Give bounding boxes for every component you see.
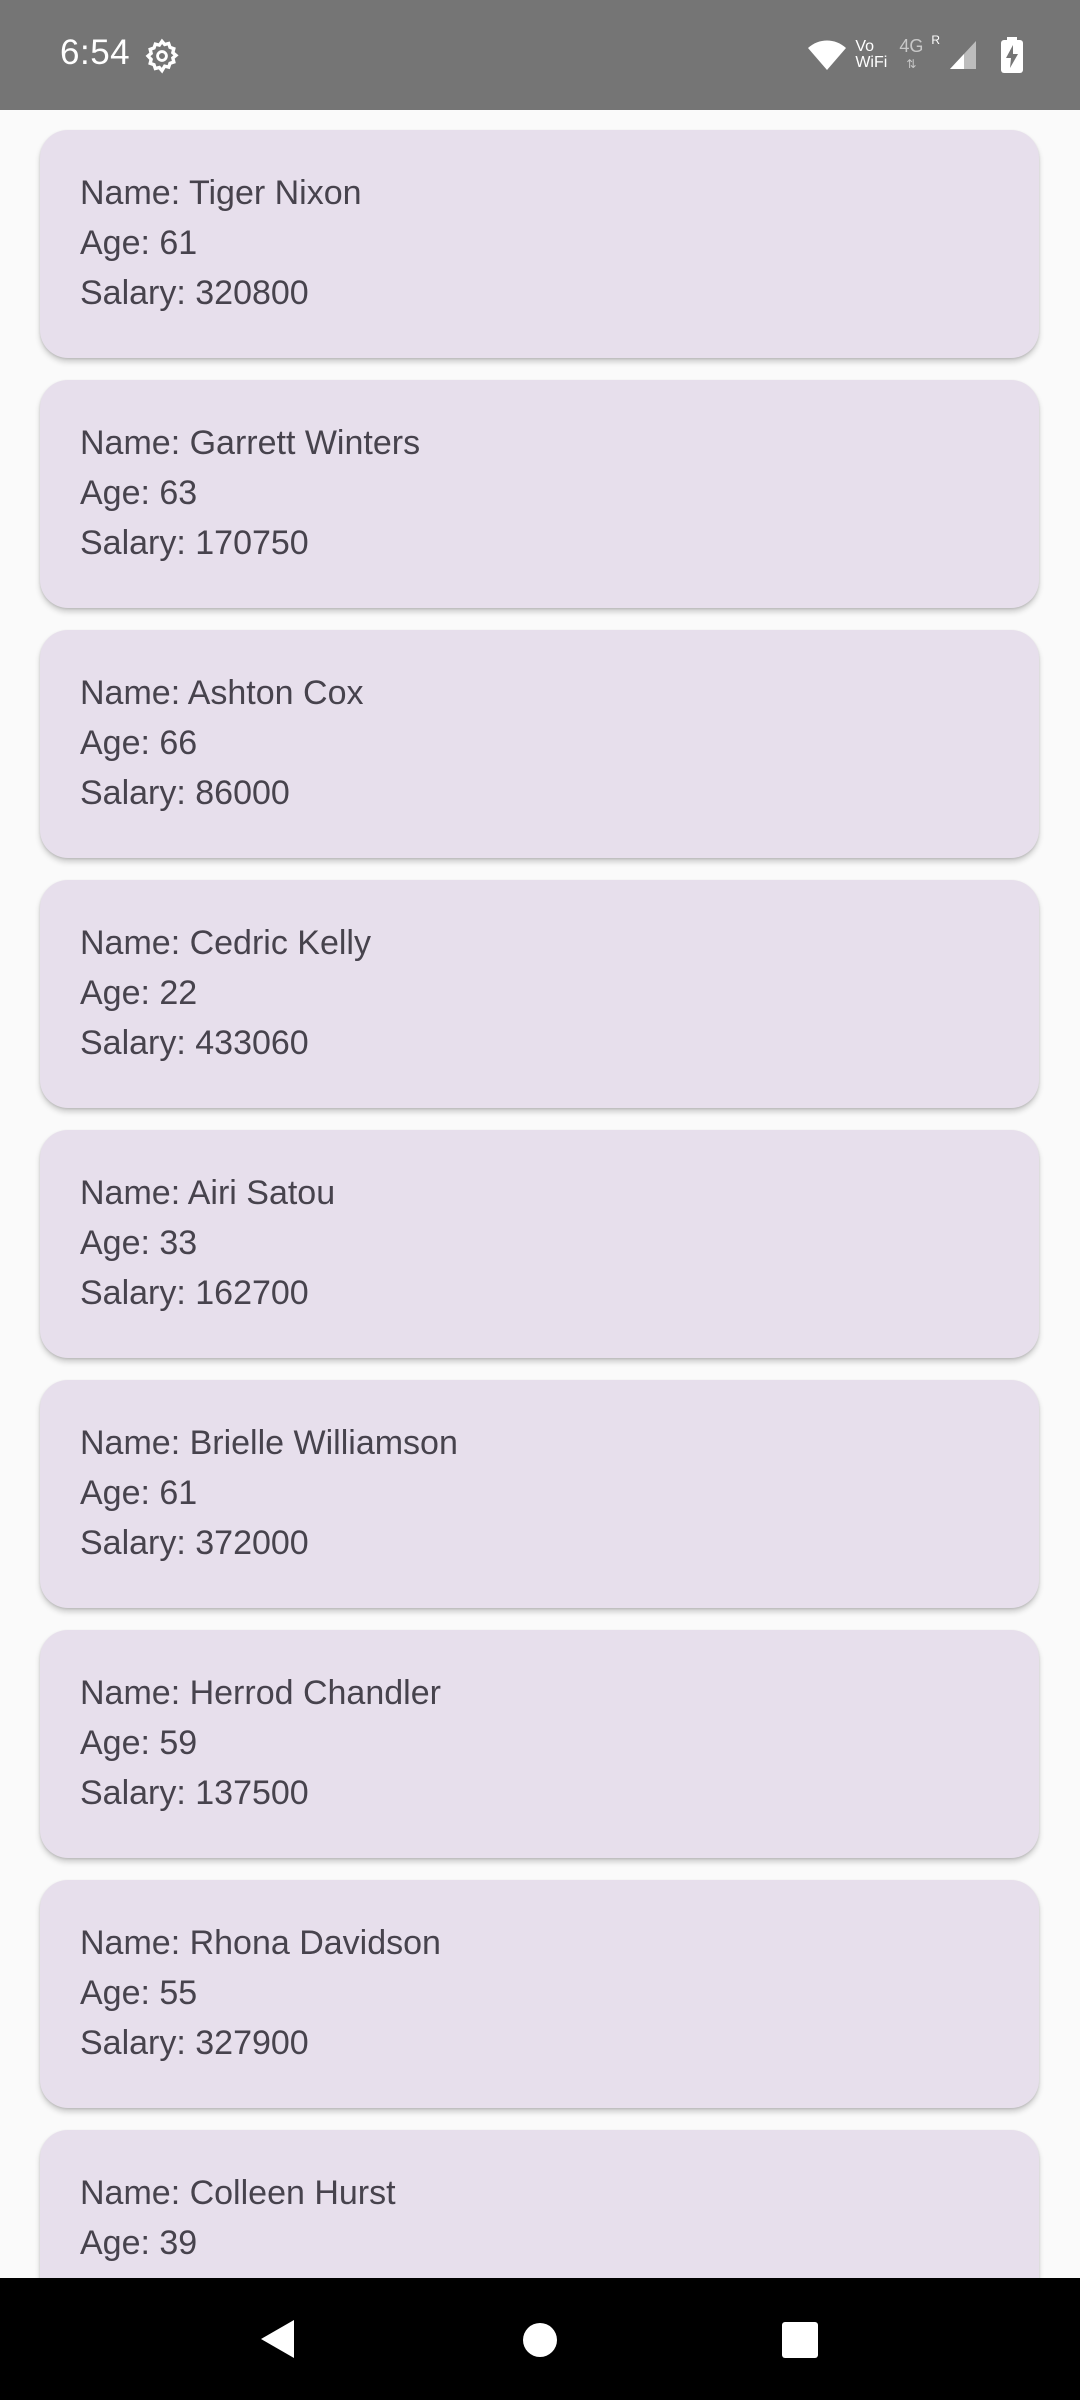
employee-salary: Salary: 170750 [80,524,309,562]
roaming-indicator: R [931,33,940,47]
employee-card[interactable]: Name: Colleen Hurst Age: 39 [40,2130,1039,2278]
employee-name: Name: Garrett Winters [80,424,421,462]
employee-name: Name: Cedric Kelly [80,924,371,962]
status-bar: 6:54 Vo WiFi 4G ⇅ R [0,0,1080,110]
vowifi-bottom-text: WiFi [855,54,888,71]
employee-card[interactable]: Name: Brielle Williamson Age: 61 Salary:… [40,1380,1039,1608]
employee-name: Name: Colleen Hurst [80,2174,396,2212]
network-type: 4G ⇅ [899,36,924,71]
vowifi-label: Vo WiFi [855,39,887,71]
employee-age: Age: 63 [80,474,198,512]
employee-age: Age: 22 [80,974,198,1012]
employee-card[interactable]: Name: Cedric Kelly Age: 22 Salary: 43306… [40,880,1039,1108]
employee-name: Name: Brielle Williamson [80,1424,458,1462]
employee-salary: Salary: 137500 [80,1774,309,1812]
employee-salary: Salary: 433060 [80,1024,309,1062]
employee-age: Age: 33 [80,1224,198,1262]
employee-card[interactable]: Name: Airi Satou Age: 33 Salary: 162700 [40,1130,1039,1358]
home-icon[interactable] [522,2322,558,2358]
battery-charging-icon [1001,37,1023,73]
navigation-bar [0,2278,1080,2400]
employee-age: Age: 59 [80,1724,198,1762]
vowifi-top-text: Vo [855,38,875,55]
employee-salary: Salary: 320800 [80,274,309,312]
employee-name: Name: Rhona Davidson [80,1924,441,1962]
wifi-icon [808,40,847,70]
employee-age: Age: 55 [80,1974,198,2012]
employee-card[interactable]: Name: Ashton Cox Age: 66 Salary: 86000 [40,630,1039,858]
employee-age: Age: 66 [80,724,198,762]
employee-card[interactable]: Name: Rhona Davidson Age: 55 Salary: 327… [40,1880,1039,2108]
back-icon[interactable] [258,2318,298,2360]
employee-salary: Salary: 86000 [80,774,290,812]
settings-gear-icon [145,38,179,74]
screen: 6:54 Vo WiFi 4G ⇅ R Name: Tiger Nixon Ag… [0,0,1080,2400]
employee-list[interactable]: Name: Tiger Nixon Age: 61 Salary: 320800… [0,110,1080,2278]
employee-age: Age: 39 [80,2224,198,2262]
employee-name: Name: Ashton Cox [80,674,364,712]
employee-salary: Salary: 327900 [80,2024,309,2062]
employee-card[interactable]: Name: Tiger Nixon Age: 61 Salary: 320800 [40,130,1039,358]
employee-name: Name: Herrod Chandler [80,1674,441,1712]
employee-salary: Salary: 162700 [80,1274,309,1312]
employee-card[interactable]: Name: Herrod Chandler Age: 59 Salary: 13… [40,1630,1039,1858]
employee-card[interactable]: Name: Garrett Winters Age: 63 Salary: 17… [40,380,1039,608]
recents-icon[interactable] [782,2322,818,2358]
employee-age: Age: 61 [80,1474,198,1512]
employee-name: Name: Tiger Nixon [80,174,362,212]
employee-name: Name: Airi Satou [80,1174,336,1212]
status-time: 6:54 [60,33,131,72]
status-icons: Vo WiFi 4G ⇅ R [807,33,1024,77]
employee-salary: Salary: 372000 [80,1524,309,1562]
signal-icon [950,41,976,69]
network-type-text: 4G [899,36,924,56]
employee-age: Age: 61 [80,224,198,262]
